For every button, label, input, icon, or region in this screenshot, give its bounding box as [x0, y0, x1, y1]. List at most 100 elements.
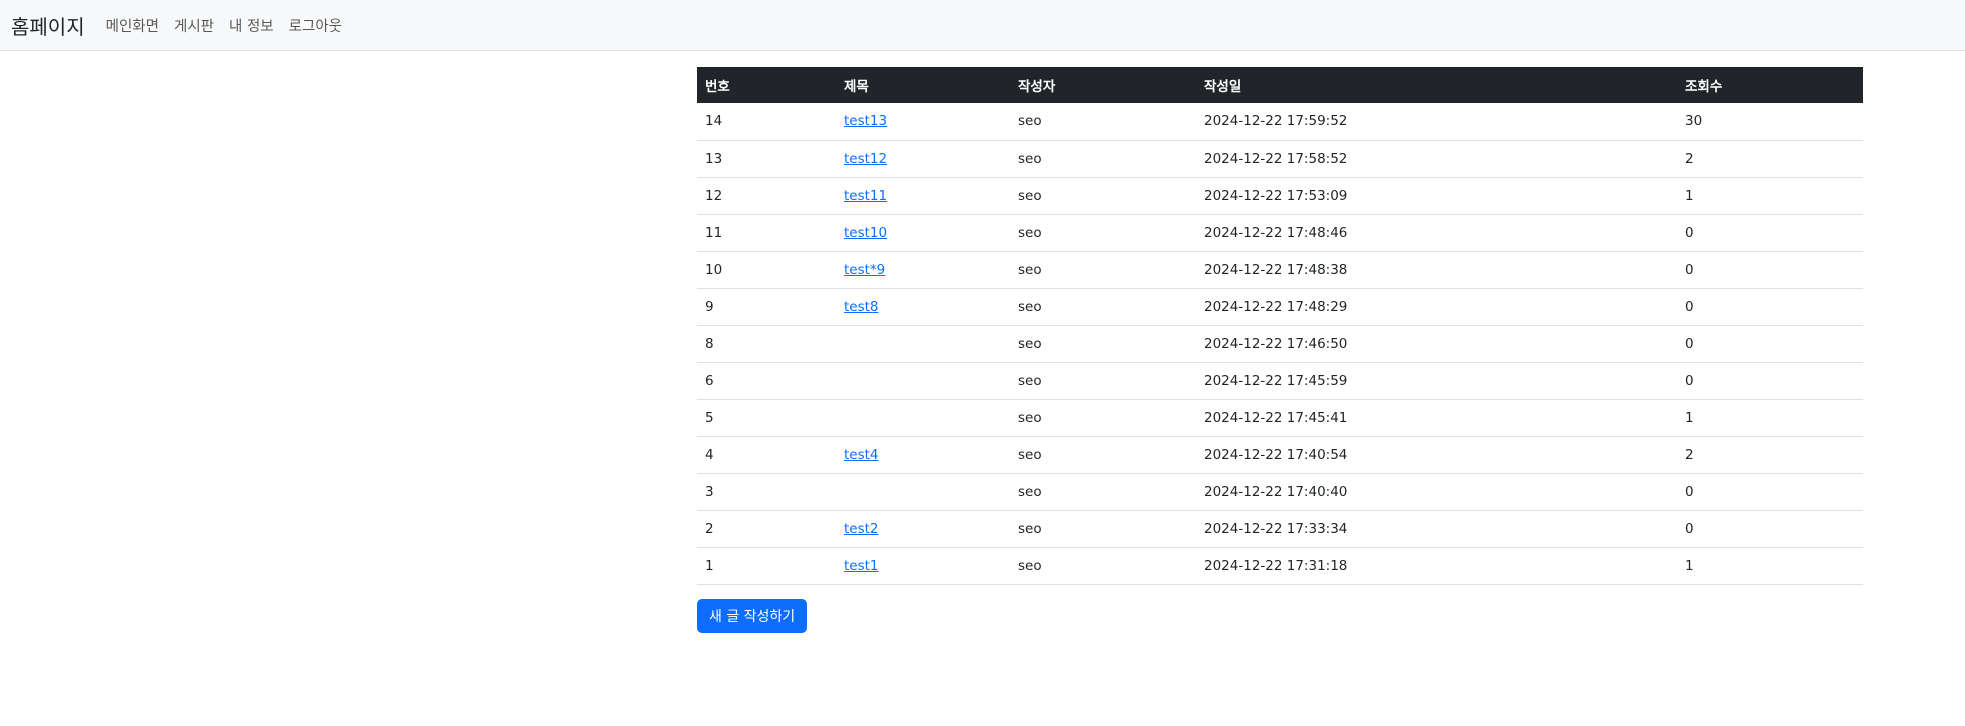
post-title-link[interactable]: test2: [844, 521, 879, 537]
post-views: 0: [1685, 372, 1694, 389]
header-row: 번호 제목 작성자 작성일 조회수: [697, 67, 1863, 103]
post-author: seo: [1018, 483, 1042, 500]
post-date: 2024-12-22 17:33:34: [1204, 520, 1348, 537]
board-table-body: 14 test13 seo 2024-12-22 17:59:52 30 13 test12…: [697, 103, 1863, 584]
post-date: 2024-12-22 17:53:09: [1204, 187, 1348, 204]
post-date: 2024-12-22 17:48:38: [1204, 261, 1348, 278]
post-views: 0: [1685, 298, 1694, 315]
nav-link-main[interactable]: 메인화면: [106, 15, 159, 36]
board-table-header: 번호 제목 작성자 작성일 조회수: [697, 67, 1863, 103]
brand-link[interactable]: 홈페이지: [11, 11, 85, 40]
post-title-cell: test13: [836, 103, 1010, 140]
post-number: 8: [705, 335, 714, 352]
table-row: 12 test11 seo 2024-12-22 17:53:09 1: [697, 177, 1863, 214]
post-author: seo: [1018, 335, 1042, 352]
column-header-views: 조회수: [1685, 79, 1723, 95]
nav-link-logout[interactable]: 로그아웃: [289, 15, 342, 36]
post-title-link[interactable]: test12: [844, 151, 887, 167]
post-title-cell: test11: [836, 177, 1010, 214]
post-author: seo: [1018, 113, 1042, 130]
post-number: 5: [705, 409, 714, 426]
nav-link-my-info[interactable]: 내 정보: [229, 15, 274, 36]
post-title-cell: [836, 473, 1010, 510]
post-number: 14: [705, 113, 723, 130]
post-title-link[interactable]: test4: [844, 447, 879, 463]
post-number: 9: [705, 298, 714, 315]
post-title-link[interactable]: test1: [844, 558, 879, 574]
post-title-cell: [836, 362, 1010, 399]
post-number: 11: [705, 224, 723, 241]
post-date: 2024-12-22 17:31:18: [1204, 557, 1348, 574]
post-title-cell: [836, 399, 1010, 436]
post-title-link[interactable]: test10: [844, 225, 887, 241]
table-row: 14 test13 seo 2024-12-22 17:59:52 30: [697, 103, 1863, 140]
post-views: 0: [1685, 520, 1694, 537]
post-title-link[interactable]: test8: [844, 299, 879, 315]
post-views: 0: [1685, 261, 1694, 278]
post-author: seo: [1018, 409, 1042, 426]
post-date: 2024-12-22 17:40:54: [1204, 446, 1348, 463]
post-author: seo: [1018, 224, 1042, 241]
post-title-cell: [836, 325, 1010, 362]
new-post-button[interactable]: 새 글 작성하기: [697, 598, 808, 633]
post-title-link[interactable]: test13: [844, 113, 887, 129]
post-title-cell: test1: [836, 547, 1010, 584]
post-author: seo: [1018, 446, 1042, 463]
table-row: 11 test10 seo 2024-12-22 17:48:46 0: [697, 214, 1863, 251]
post-author: seo: [1018, 298, 1042, 315]
column-header-number: 번호: [705, 79, 730, 95]
post-number: 1: [705, 557, 714, 574]
post-title-link[interactable]: test*9: [844, 262, 885, 278]
post-date: 2024-12-22 17:58:52: [1204, 150, 1348, 167]
post-number: 6: [705, 372, 714, 389]
post-title-cell: test8: [836, 288, 1010, 325]
post-title-cell: test10: [836, 214, 1010, 251]
table-row: 4 test4 seo 2024-12-22 17:40:54 2: [697, 436, 1863, 473]
table-row: 6 seo 2024-12-22 17:45:59 0: [697, 362, 1863, 399]
post-title-cell: test12: [836, 140, 1010, 177]
column-header-author: 작성자: [1018, 79, 1056, 95]
table-row: 5 seo 2024-12-22 17:45:41 1: [697, 399, 1863, 436]
board-container: 번호 제목 작성자 작성일 조회수 14 test13 seo 2024-12-22 …: [697, 67, 1863, 633]
table-row: 1 test1 seo 2024-12-22 17:31:18 1: [697, 547, 1863, 584]
post-views: 1: [1685, 557, 1694, 574]
post-date: 2024-12-22 17:48:29: [1204, 298, 1348, 315]
table-row: 10 test*9 seo 2024-12-22 17:48:38 0: [697, 251, 1863, 288]
post-title-link[interactable]: test11: [844, 188, 887, 204]
nav-links: 메인화면 게시판 내 정보 로그아웃: [106, 15, 357, 36]
post-number: 4: [705, 446, 714, 463]
post-views: 0: [1685, 224, 1694, 241]
post-number: 13: [705, 150, 723, 167]
post-views: 1: [1685, 187, 1694, 204]
nav-link-board[interactable]: 게시판: [174, 15, 214, 36]
table-row: 2 test2 seo 2024-12-22 17:33:34 0: [697, 510, 1863, 547]
post-number: 2: [705, 520, 714, 537]
board-table: 번호 제목 작성자 작성일 조회수 14 test13 seo 2024-12-22 …: [697, 67, 1863, 585]
post-date: 2024-12-22 17:40:40: [1204, 483, 1348, 500]
post-author: seo: [1018, 557, 1042, 574]
table-row: 13 test12 seo 2024-12-22 17:58:52 2: [697, 140, 1863, 177]
table-row: 3 seo 2024-12-22 17:40:40 0: [697, 473, 1863, 510]
post-date: 2024-12-22 17:45:41: [1204, 409, 1348, 426]
post-views: 2: [1685, 150, 1694, 167]
post-date: 2024-12-22 17:45:59: [1204, 372, 1348, 389]
post-date: 2024-12-22 17:59:52: [1204, 113, 1348, 130]
post-views: 30: [1685, 113, 1703, 130]
table-row: 8 seo 2024-12-22 17:46:50 0: [697, 325, 1863, 362]
post-title-cell: test4: [836, 436, 1010, 473]
post-number: 12: [705, 187, 723, 204]
post-author: seo: [1018, 150, 1042, 167]
post-title-cell: test2: [836, 510, 1010, 547]
post-views: 0: [1685, 335, 1694, 352]
post-author: seo: [1018, 261, 1042, 278]
post-author: seo: [1018, 187, 1042, 204]
post-date: 2024-12-22 17:46:50: [1204, 335, 1348, 352]
post-author: seo: [1018, 520, 1042, 537]
table-row: 9 test8 seo 2024-12-22 17:48:29 0: [697, 288, 1863, 325]
post-number: 3: [705, 483, 714, 500]
post-views: 0: [1685, 483, 1694, 500]
top-navbar: 홈페이지 메인화면 게시판 내 정보 로그아웃: [0, 0, 1965, 51]
post-number: 10: [705, 261, 723, 278]
column-header-date: 작성일: [1204, 79, 1242, 95]
post-title-cell: test*9: [836, 251, 1010, 288]
